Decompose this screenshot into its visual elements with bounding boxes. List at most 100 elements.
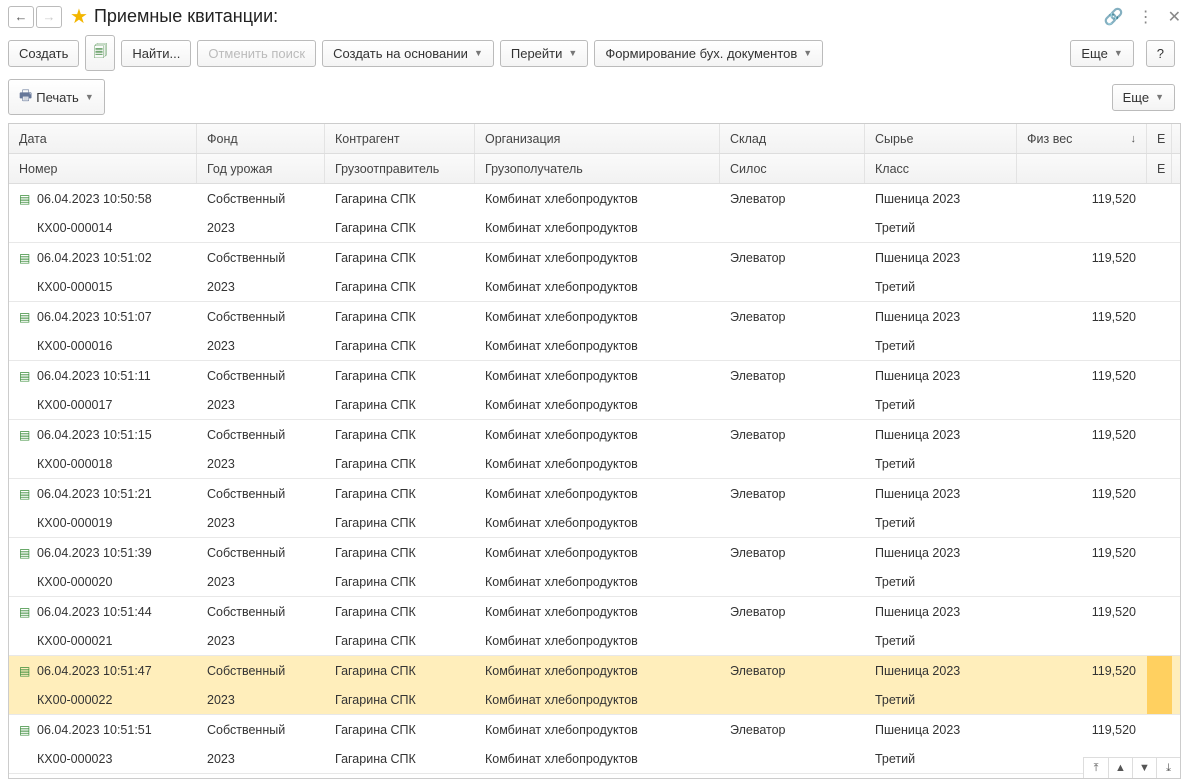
col-class[interactable]: Класс: [865, 154, 1017, 183]
cell-fund: Собственный: [197, 361, 325, 390]
col-receiver[interactable]: Грузополучатель: [475, 154, 720, 183]
cell-date: 06.04.2023 10:51:44: [37, 605, 152, 619]
goto-button[interactable]: Перейти▼: [500, 40, 588, 67]
cancel-search-button[interactable]: Отменить поиск: [197, 40, 316, 67]
col-weight-2[interactable]: [1017, 154, 1147, 183]
cell-class: Третий: [865, 272, 1017, 301]
nav-forward-button[interactable]: →: [36, 6, 62, 28]
cell-raw: Пшеница 2023: [865, 597, 1017, 626]
grid-nav-footer: ⤒ ▲ ▼ ⤓: [1083, 757, 1180, 778]
favorite-star-icon[interactable]: ★: [70, 4, 88, 29]
cell-silo: [720, 626, 865, 655]
data-grid[interactable]: Дата Фонд Контрагент Организация Склад С…: [9, 124, 1180, 774]
cell-weight: 119,520: [1017, 302, 1147, 331]
cell-fund: Собственный: [197, 656, 325, 685]
more-button-1[interactable]: Еще▼: [1070, 40, 1133, 67]
table-row[interactable]: ▤06.04.2023 10:51:15СобственныйГагарина …: [9, 420, 1180, 479]
cell-raw: Пшеница 2023: [865, 538, 1017, 567]
col-silo[interactable]: Силос: [720, 154, 865, 183]
link-icon[interactable]: 🔗: [1104, 7, 1124, 27]
header-row-2[interactable]: Номер Год урожая Грузоотправитель Грузоп…: [9, 154, 1180, 184]
document-icon: ▤: [19, 428, 31, 442]
table-row[interactable]: ▤06.04.2023 10:51:07СобственныйГагарина …: [9, 302, 1180, 361]
nav-down-button[interactable]: ▼: [1132, 758, 1156, 778]
cell-marker: [1147, 479, 1172, 508]
cell-counterparty: Гагарина СПК: [325, 715, 475, 744]
cell-marker: [1147, 449, 1172, 478]
print-icon: 🖶: [19, 85, 32, 109]
nav-up-button[interactable]: ▲: [1108, 758, 1132, 778]
create-based-on-button[interactable]: Создать на основании▼: [322, 40, 494, 67]
header-row-1[interactable]: Дата Фонд Контрагент Организация Склад С…: [9, 124, 1180, 154]
cell-counterparty: Гагарина СПК: [325, 243, 475, 272]
cell-class: Третий: [865, 449, 1017, 478]
cell-organization: Комбинат хлебопродуктов: [475, 479, 720, 508]
cell-counterparty: Гагарина СПК: [325, 361, 475, 390]
cell-fund: Собственный: [197, 184, 325, 213]
cell-sender: Гагарина СПК: [325, 449, 475, 478]
cell-marker: [1147, 715, 1172, 744]
help-button[interactable]: ?: [1146, 40, 1175, 67]
find-button[interactable]: Найти...: [121, 40, 191, 67]
cell-class: Третий: [865, 390, 1017, 419]
nav-last-button[interactable]: ⤓: [1156, 758, 1180, 778]
cell-empty: [1017, 213, 1147, 242]
cell-fund: Собственный: [197, 597, 325, 626]
cell-number: КХ00-000015: [9, 272, 197, 301]
col-weight[interactable]: Физ вес↓: [1017, 124, 1147, 153]
cell-empty: [1017, 685, 1147, 714]
copy-button[interactable]: 🗐: [85, 35, 115, 71]
nav-first-button[interactable]: ⤒: [1084, 758, 1108, 778]
cell-date: 06.04.2023 10:51:47: [37, 664, 152, 678]
close-icon[interactable]: ✕: [1168, 7, 1181, 27]
cell-empty: [1017, 331, 1147, 360]
col-sender[interactable]: Грузоотправитель: [325, 154, 475, 183]
grid-wrapper: Дата Фонд Контрагент Организация Склад С…: [8, 123, 1181, 779]
table-row[interactable]: ▤06.04.2023 10:51:39СобственныйГагарина …: [9, 538, 1180, 597]
titlebar: ← → ★ Приемные квитанции: 🔗 ⋮ ✕: [0, 0, 1189, 35]
cell-receiver: Комбинат хлебопродуктов: [475, 213, 720, 242]
cell-warehouse: Элеватор: [720, 538, 865, 567]
col-date[interactable]: Дата: [9, 124, 197, 153]
col-warehouse[interactable]: Склад: [720, 124, 865, 153]
table-row[interactable]: ▤06.04.2023 10:51:51СобственныйГагарина …: [9, 715, 1180, 774]
col-raw[interactable]: Сырье: [865, 124, 1017, 153]
cell-empty: [1017, 272, 1147, 301]
cell-organization: Комбинат хлебопродуктов: [475, 184, 720, 213]
table-row[interactable]: ▤06.04.2023 10:51:47СобственныйГагарина …: [9, 656, 1180, 715]
cell-sender: Гагарина СПК: [325, 567, 475, 596]
cell-year: 2023: [197, 508, 325, 537]
cell-raw: Пшеница 2023: [865, 420, 1017, 449]
col-year[interactable]: Год урожая: [197, 154, 325, 183]
cell-class: Третий: [865, 508, 1017, 537]
form-docs-button[interactable]: Формирование бух. документов▼: [594, 40, 823, 67]
cell-number: КХ00-000020: [9, 567, 197, 596]
cell-sender: Гагарина СПК: [325, 626, 475, 655]
col-counterparty[interactable]: Контрагент: [325, 124, 475, 153]
cell-warehouse: Элеватор: [720, 479, 865, 508]
cell-warehouse: Элеватор: [720, 656, 865, 685]
cell-silo: [720, 508, 865, 537]
col-number[interactable]: Номер: [9, 154, 197, 183]
nav-back-button[interactable]: ←: [8, 6, 34, 28]
table-row[interactable]: ▤06.04.2023 10:51:21СобственныйГагарина …: [9, 479, 1180, 538]
table-row[interactable]: ▤06.04.2023 10:51:02СобственныйГагарина …: [9, 243, 1180, 302]
cell-date: 06.04.2023 10:51:21: [37, 487, 152, 501]
table-row[interactable]: ▤06.04.2023 10:51:44СобственныйГагарина …: [9, 597, 1180, 656]
table-row[interactable]: ▤06.04.2023 10:50:58СобственныйГагарина …: [9, 184, 1180, 243]
cell-date: 06.04.2023 10:51:07: [37, 310, 152, 324]
col-fund[interactable]: Фонд: [197, 124, 325, 153]
more-button-2[interactable]: Еще▼: [1112, 84, 1175, 111]
cell-organization: Комбинат хлебопродуктов: [475, 361, 720, 390]
print-button[interactable]: 🖶Печать▼: [8, 79, 105, 115]
more-menu-icon[interactable]: ⋮: [1138, 7, 1154, 27]
create-button[interactable]: Создать: [8, 40, 79, 67]
col-e1[interactable]: Е: [1147, 124, 1172, 153]
col-e2[interactable]: Е: [1147, 154, 1172, 183]
document-icon: ▤: [19, 546, 31, 560]
cell-counterparty: Гагарина СПК: [325, 184, 475, 213]
cell-fund: Собственный: [197, 538, 325, 567]
cell-weight: 119,520: [1017, 420, 1147, 449]
table-row[interactable]: ▤06.04.2023 10:51:11СобственныйГагарина …: [9, 361, 1180, 420]
col-organization[interactable]: Организация: [475, 124, 720, 153]
